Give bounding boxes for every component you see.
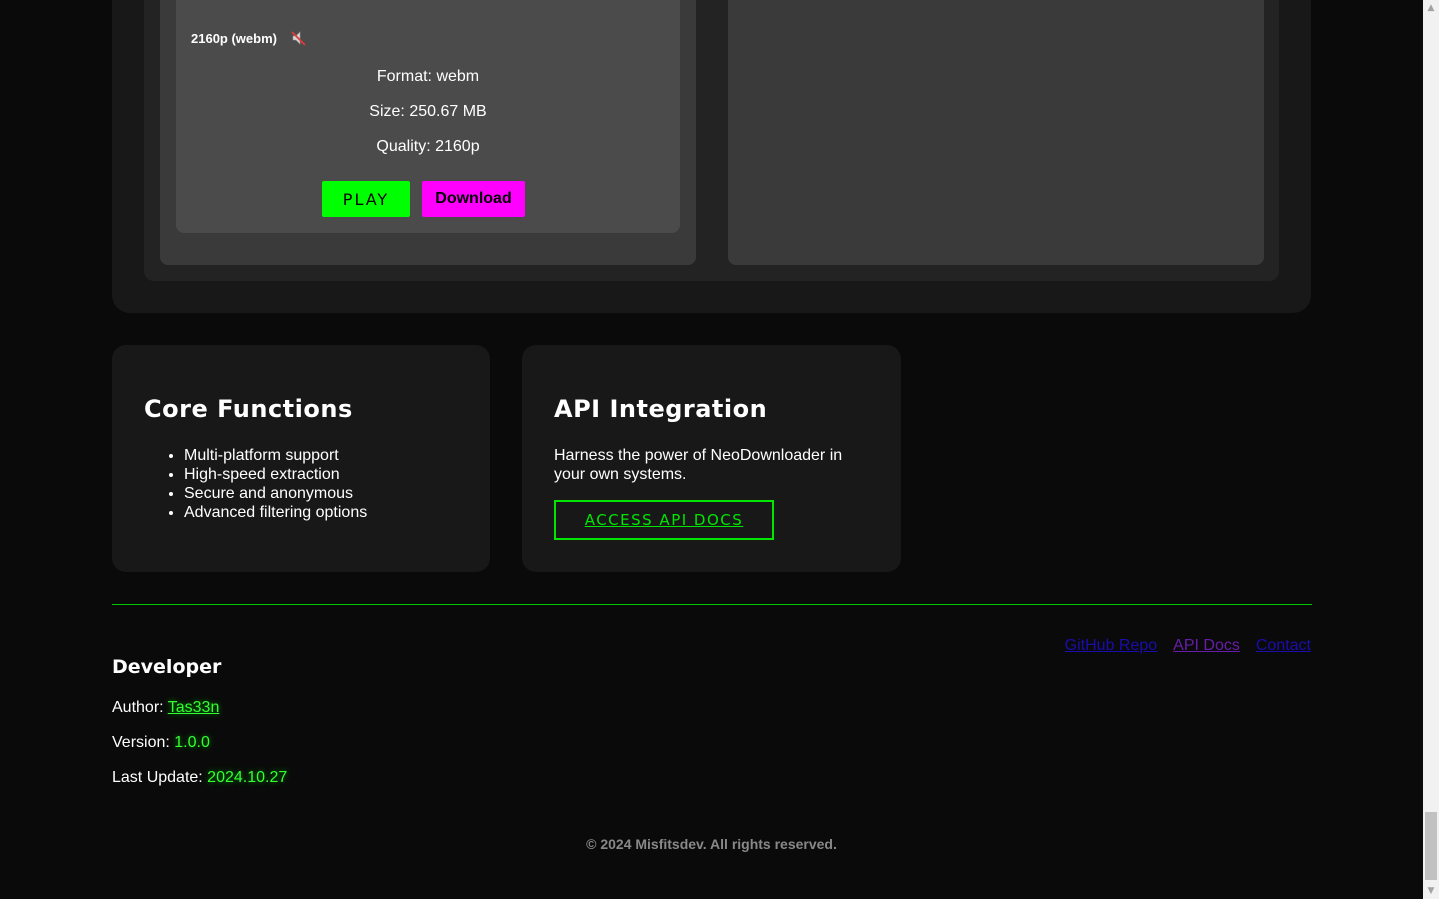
list-item: Multi-platform support: [184, 446, 367, 465]
api-integration-title: API Integration: [554, 395, 768, 423]
author-link[interactable]: Tas33n: [168, 699, 220, 716]
format-line: Format: webm: [376, 68, 480, 85]
access-api-docs-button[interactable]: ACCESS API DOCS: [554, 500, 774, 540]
scroll-up-arrow-icon[interactable]: ▲: [1423, 0, 1439, 16]
last-update-value: 2024.10.27: [207, 769, 288, 786]
author-label: Author:: [112, 699, 168, 716]
api-description: Harness the power of NeoDownloader in yo…: [554, 447, 843, 483]
speaker-muted-icon[interactable]: [291, 30, 307, 46]
format-card-title: 2160p (webm): [191, 30, 277, 46]
author-line: Author: Tas33n: [112, 699, 219, 717]
list-item: High-speed extraction: [184, 465, 367, 484]
core-functions-title: Core Functions: [144, 395, 353, 423]
core-functions-list: Multi-platform support High-speed extrac…: [144, 446, 367, 522]
download-button[interactable]: Download: [422, 181, 525, 217]
footer-links: GitHub Repo API Docs Contact: [1065, 637, 1311, 655]
vertical-scrollbar[interactable]: ▲ ▼: [1423, 0, 1439, 899]
version-line: Version: 1.0.0: [112, 734, 210, 752]
scrollbar-thumb[interactable]: [1425, 812, 1437, 880]
format-column-right: [728, 0, 1264, 265]
play-button[interactable]: PLAY: [322, 181, 410, 217]
core-functions-card: Core Functions Multi-platform support Hi…: [112, 345, 490, 572]
footer-divider: [112, 604, 1312, 605]
api-integration-card: API Integration Harness the power of Neo…: [522, 345, 901, 572]
version-label: Version:: [112, 734, 175, 751]
github-repo-link[interactable]: GitHub Repo: [1065, 637, 1158, 655]
list-item: Advanced filtering options: [184, 503, 367, 522]
quality-line: Quality: 2160p: [376, 138, 480, 155]
developer-title: Developer: [112, 656, 222, 678]
last-update-label: Last Update:: [112, 769, 208, 786]
last-update-line: Last Update: 2024.10.27: [112, 769, 287, 787]
size-line: Size: 250.67 MB: [369, 103, 487, 120]
copyright-text: © 2024 Misfitsdev. All rights reserved.: [586, 836, 837, 852]
format-card-actions: PLAY Download: [322, 181, 525, 217]
contact-link[interactable]: Contact: [1256, 637, 1311, 655]
version-value: 1.0.0: [174, 734, 210, 751]
page-viewport: 2160p (webm) Format: webm Size: 250.67 M…: [0, 0, 1423, 899]
scroll-down-arrow-icon[interactable]: ▼: [1423, 883, 1439, 899]
list-item: Secure and anonymous: [184, 484, 367, 503]
api-docs-link[interactable]: API Docs: [1173, 637, 1240, 655]
format-card-header: 2160p (webm): [191, 30, 307, 46]
